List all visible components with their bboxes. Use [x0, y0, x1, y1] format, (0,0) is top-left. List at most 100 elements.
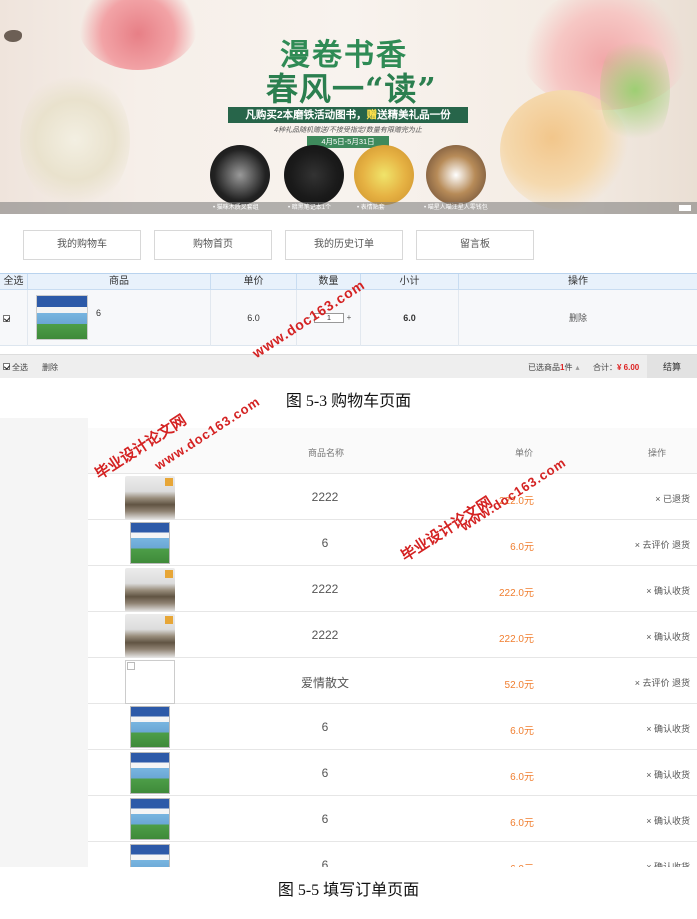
order-row: 6 6.0元 × 确认收货	[88, 796, 697, 842]
order-product-price: 6.0元	[510, 772, 534, 783]
tab-shop-home[interactable]: 购物首页	[154, 230, 272, 260]
order-product-price: 222.0元	[498, 634, 534, 645]
row-subtotal: 6.0	[361, 290, 459, 346]
order-action-links[interactable]: × 确认收货	[608, 768, 690, 781]
campaign-promo-bar: 凡购买2本磨铁活动图书，赠送精美礼品一份	[228, 107, 468, 123]
campaign-title-line2: 春风一“读”	[266, 70, 437, 108]
campaign-block: 漫卷书香 春风一“读” 凡购买2本磨铁活动图书，赠送精美礼品一份 4种礼品随机赠…	[228, 18, 468, 156]
gift-notebook-image	[284, 145, 344, 205]
header-product-name: 商品名称	[308, 448, 345, 458]
total-amount: 合计：¥ 6.00	[593, 362, 639, 373]
green-leaf-decoration	[600, 30, 670, 150]
nav-tabs: 我的购物车 购物首页 我的历史订单 留言板	[0, 214, 697, 274]
figure-caption-order: 图 5-5 填写订单页面	[277, 882, 420, 899]
checkout-button[interactable]: 结算	[647, 355, 697, 378]
order-page-screenshot: 商品名称 单价 操作 2222 222.0元 × 已退货 6 6.0元 × 去评价 退货 2…	[0, 418, 697, 867]
cart-footer: 全选 删除 已选商品1件 ▴ 合计：¥ 6.00 结算	[0, 354, 697, 378]
order-action-links[interactable]: × 已退货	[608, 492, 690, 505]
header-select-all[interactable]: 全选	[0, 274, 28, 289]
order-action-links[interactable]: × 确认收货	[608, 630, 690, 643]
order-row: 2222 222.0元 × 确认收货	[88, 612, 697, 658]
order-action-links[interactable]: × 确认收货	[608, 814, 690, 827]
figure-caption-cart: 图 5-3 购物车页面	[285, 393, 412, 410]
badge-icon	[165, 478, 173, 486]
promo-text-prefix: 凡购买2本磨铁活动图书，	[245, 109, 367, 121]
selected-count-prefix: 已选商品	[528, 363, 560, 372]
gift-caption: • 猫咪木质叉套组	[213, 205, 259, 211]
gift-coin-purse-image	[426, 145, 486, 205]
order-product-name[interactable]: 爱情散文	[300, 674, 350, 691]
order-action-links[interactable]: × 去评价 退货	[608, 538, 690, 551]
badge-icon	[165, 570, 173, 578]
order-product-name[interactable]: 2222	[300, 628, 350, 642]
product-thumbnail[interactable]	[36, 295, 88, 340]
footer-select-all-label[interactable]: 全选	[12, 362, 28, 373]
order-product-price: 6.0元	[510, 726, 534, 737]
header-subtotal: 小计	[361, 274, 459, 289]
order-product-name[interactable]: 6	[300, 720, 350, 734]
campaign-note: 4种礼品随机赠送/不接受指定/数量有限赠完为止	[274, 127, 422, 134]
header-actions: 操作	[568, 276, 588, 287]
gift-stickers-image	[354, 145, 414, 205]
order-product-thumbnail[interactable]	[130, 706, 170, 748]
order-row: 6 6.0元 × 去评价 退货	[88, 520, 697, 566]
bird-decoration	[4, 30, 22, 42]
gift-cutlery-image	[210, 145, 270, 205]
order-action-links[interactable]: × 确认收货	[608, 584, 690, 597]
order-product-price: 6.0元	[472, 860, 534, 867]
gift-caption: • 表情贴套	[357, 205, 385, 211]
order-product-price: 6.0元	[510, 818, 534, 829]
order-row: 6 6.0元 × 确认收货	[88, 750, 697, 796]
gift-caption-strip: • 猫咪木质叉套组 • 暗黑笔记本1个 • 表情贴套 • 喵星人喵汪星人零钱包	[0, 202, 697, 214]
order-product-thumbnail[interactable]	[130, 844, 170, 867]
order-product-price: 222.0元	[498, 588, 534, 599]
header-unit-price: 单价	[211, 274, 297, 289]
order-row: 2222 222.0元 × 确认收货	[88, 566, 697, 612]
tab-message-board[interactable]: 留言板	[416, 230, 534, 260]
selected-count-suffix: 件	[564, 363, 573, 372]
header-product: 商品	[28, 274, 211, 289]
order-action-links[interactable]: × 确认收货	[608, 860, 690, 867]
order-product-thumbnail[interactable]	[125, 476, 175, 520]
order-row: 2222 222.0元 × 已退货	[88, 474, 697, 520]
gift-images	[206, 145, 496, 205]
order-product-price: 6.0元	[510, 542, 534, 553]
order-product-name[interactable]: 6	[300, 766, 350, 780]
gift-caption: • 暗黑笔记本1个	[288, 205, 332, 211]
order-product-name[interactable]: 6	[300, 536, 350, 550]
banner-next-button[interactable]	[679, 205, 691, 211]
qty-increment-button[interactable]: +	[345, 313, 353, 323]
row-delete-link[interactable]: 删除	[459, 290, 697, 346]
order-product-price: 52.0元	[504, 680, 534, 691]
order-product-thumbnail[interactable]	[130, 752, 170, 794]
order-row: 爱情散文 52.0元 × 去评价 退货	[88, 658, 697, 704]
footer-select-all-checkbox[interactable]	[3, 363, 10, 370]
order-product-thumbnail[interactable]	[130, 522, 170, 564]
order-product-thumbnail[interactable]	[125, 660, 175, 704]
tab-my-cart[interactable]: 我的购物车	[23, 230, 141, 260]
product-name[interactable]: 6	[96, 308, 101, 318]
order-product-thumbnail[interactable]	[130, 798, 170, 840]
tab-order-history[interactable]: 我的历史订单	[285, 230, 403, 260]
order-product-name[interactable]: 2222	[300, 582, 350, 596]
order-product-name[interactable]: 2222	[300, 490, 350, 504]
cart-page-screenshot: 漫卷书香 春风一“读” 凡购买2本磨铁活动图书，赠送精美礼品一份 4种礼品随机赠…	[0, 0, 697, 378]
total-label: 合计：	[593, 363, 617, 372]
header-price: 单价	[515, 448, 534, 458]
order-action-links[interactable]: × 去评价 退货	[608, 676, 690, 689]
order-action-links[interactable]: × 确认收货	[608, 722, 690, 735]
order-product-thumbnail[interactable]	[125, 614, 175, 658]
promo-text-highlight: 赠	[366, 109, 378, 121]
promo-banner[interactable]: 漫卷书香 春风一“读” 凡购买2本磨铁活动图书，赠送精美礼品一份 4种礼品随机赠…	[0, 0, 697, 214]
order-product-name[interactable]: 6	[300, 858, 350, 867]
order-row: 6 6.0元 × 确认收货	[88, 704, 697, 750]
order-product-name[interactable]: 6	[300, 812, 350, 826]
selected-count: 已选商品1件 ▴	[528, 362, 579, 373]
row-checkbox[interactable]	[3, 315, 10, 322]
order-product-thumbnail[interactable]	[125, 568, 175, 612]
header-actions: 操作	[648, 448, 667, 458]
pink-flower-decoration	[78, 0, 198, 70]
gift-caption: • 喵星人喵汪星人零钱包	[424, 205, 488, 211]
chevron-up-icon[interactable]: ▴	[575, 363, 579, 372]
footer-delete-link[interactable]: 删除	[42, 362, 58, 373]
